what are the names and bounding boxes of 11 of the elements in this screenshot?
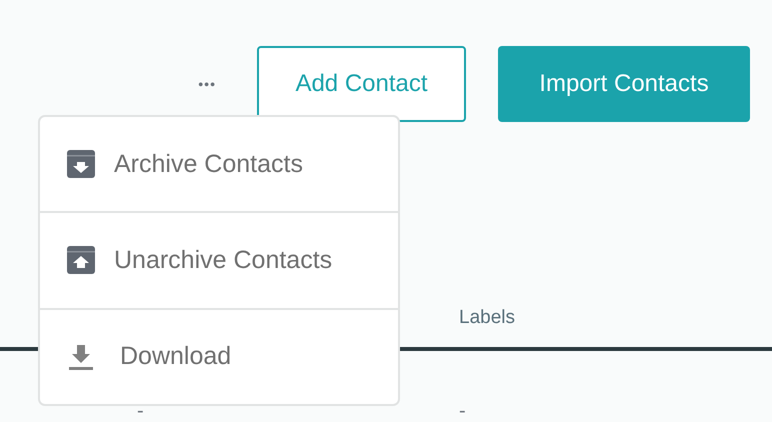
unarchive-box-icon (66, 245, 96, 276)
more-button[interactable]: ••• (194, 76, 220, 92)
menu-item[interactable]: Download (40, 310, 398, 404)
table-cell: - (137, 406, 144, 416)
menu-item[interactable]: Unarchive Contacts (40, 213, 398, 310)
add-button[interactable]: Add Contact (257, 46, 466, 122)
import-button[interactable]: Import Contacts (498, 46, 750, 122)
column-header: Labels (459, 307, 515, 328)
table-cell: - (459, 406, 466, 416)
archive-box-icon (66, 149, 96, 180)
menu-item[interactable]: Archive Contacts (40, 117, 398, 214)
